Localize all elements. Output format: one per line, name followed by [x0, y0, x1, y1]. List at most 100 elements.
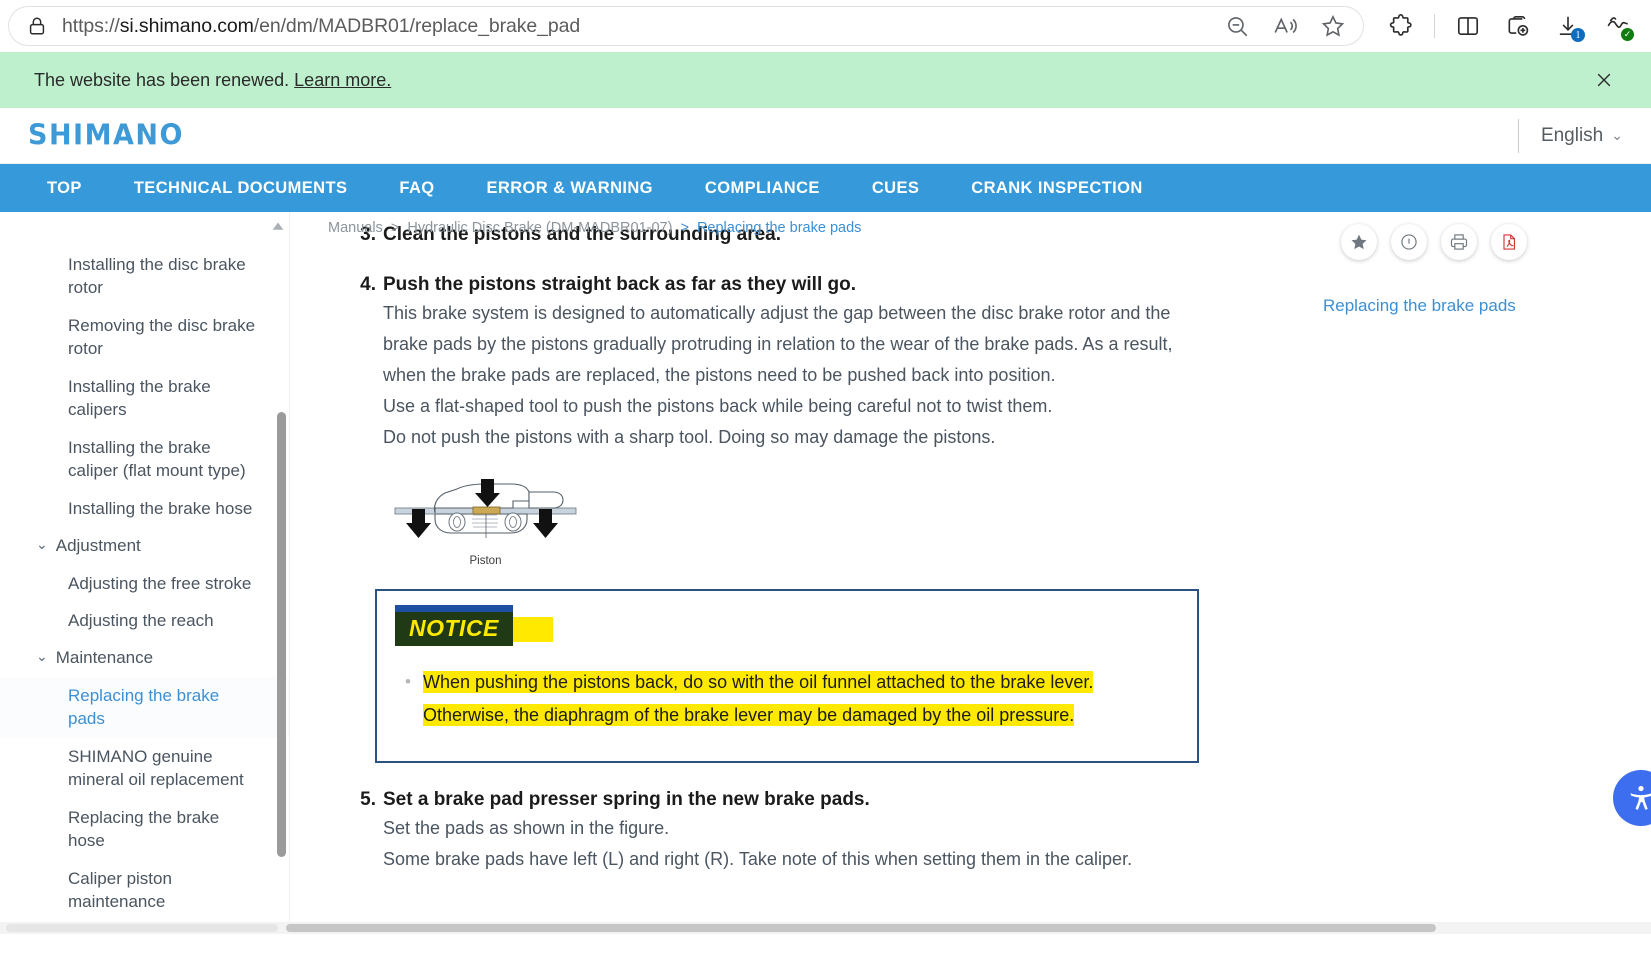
notice-badge-wrap: NOTICE [395, 604, 553, 646]
nav-item-compliance[interactable]: COMPLIANCE [705, 179, 820, 198]
step-5-number: 5. [360, 789, 376, 811]
site-notification-banner: The website has been renewed. Learn more… [0, 52, 1651, 108]
split-screen-icon[interactable] [1443, 5, 1493, 47]
breadcrumb-separator: > [390, 220, 400, 236]
sidebar-item-label: Installing the brake calipers [68, 376, 211, 420]
nav-item-top[interactable]: TOP [47, 179, 82, 198]
chevron-down-icon: ⌄ [1611, 127, 1623, 143]
notice-callout-box: NOTICE • When pushing the pistons back, … [375, 588, 1199, 764]
sidebar-item-label: Maintenance [55, 648, 154, 668]
step-5-paragraph-1: Set the pads as shown in the figure. [383, 818, 670, 839]
sidebar-item-replacing-the-brake-hose[interactable]: Replacing the brake hose [0, 799, 289, 860]
downloads-icon[interactable]: 1 [1543, 5, 1593, 47]
browser-action-icons: 1 ✓ [1364, 5, 1643, 47]
read-aloud-icon[interactable] [1272, 13, 1298, 39]
document-tools-rail: Replacing the brake pads [1321, 212, 1651, 934]
chevron-down-icon: ⌄ [36, 536, 48, 553]
sidebar-item-label: Adjustment [55, 536, 141, 556]
document-content: Manuals > Hydraulic Disc Brake (DM-MADBR… [290, 212, 1321, 934]
sidebar-item-maintenance[interactable]: ⌄ Maintenance [0, 639, 289, 676]
shimano-logo[interactable]: SHIMANO [28, 119, 184, 152]
step-4-paragraph-1: This brake system is designed to automat… [383, 303, 1173, 385]
breadcrumb-current[interactable]: Replacing the brake pads [697, 220, 861, 236]
downloads-badge: 1 [1571, 28, 1585, 42]
manual-body: 3. Clean the pistons and the surrounding… [353, 212, 1213, 875]
toolbar-divider [1434, 14, 1435, 38]
brake-caliper-piston-illustration [394, 478, 577, 538]
banner-message: The website has been renewed. [34, 69, 290, 90]
sidebar-item-caliper-piston-maintenance[interactable]: Caliper piston maintenance [0, 860, 289, 921]
notice-bullet-list: • When pushing the pistons back, do so w… [395, 666, 1179, 732]
sidebar-item-installing-the-brake-hose[interactable]: Installing the brake hose [0, 490, 289, 527]
zoom-out-icon[interactable] [1224, 13, 1250, 39]
sidebar-item-installing-the-disc-brake-rotor[interactable]: Installing the disc brake rotor [0, 246, 289, 307]
step-5-paragraph-2: Some brake pads have left (L) and right … [383, 849, 1133, 870]
nav-item-cues[interactable]: CUES [872, 179, 919, 198]
lock-icon [26, 15, 48, 37]
favorite-star-icon[interactable] [1320, 13, 1346, 39]
rail-icon-group [1321, 224, 1651, 260]
toc-current-link[interactable]: Replacing the brake pads [1321, 296, 1651, 316]
notice-bullet-text: When pushing the pistons back, do so wit… [422, 670, 1094, 726]
browser-toolbar: https://si.shimano.com/en/dm/MADBR01/rep… [0, 0, 1651, 52]
sidebar-horizontal-scroll-thumb[interactable] [6, 924, 278, 932]
breadcrumb-manuals[interactable]: Manuals [328, 220, 383, 236]
close-icon[interactable] [1587, 63, 1621, 97]
sidebar-item-label: Removing the disc brake rotor [68, 315, 256, 359]
browser-essentials-icon[interactable]: ✓ [1593, 5, 1643, 47]
sidebar-item-adjustment[interactable]: ⌄ Adjustment [0, 527, 289, 564]
step-4-paragraph-2: Use a flat-shaped tool to push the pisto… [383, 395, 1053, 416]
figure-caption-piston: Piston [469, 554, 502, 567]
favorite-star-icon[interactable] [1341, 224, 1377, 260]
printer-icon[interactable] [1441, 224, 1477, 260]
step-5-title: Set a brake pad presser spring in the ne… [383, 789, 870, 811]
breadcrumb: Manuals > Hydraulic Disc Brake (DM-MADBR… [328, 220, 861, 236]
notice-badge: NOTICE [395, 604, 513, 646]
sidebar-item-installing-the-brake-caliper-flat-mount-type[interactable]: Installing the brake caliper (flat mount… [0, 429, 289, 490]
sidebar-item-label: Caliper piston maintenance [68, 868, 172, 912]
nav-item-faq[interactable]: FAQ [399, 179, 434, 198]
sidebar-item-adjusting-the-reach[interactable]: Adjusting the reach [0, 602, 289, 639]
language-label: English [1540, 124, 1604, 146]
sidebar-item-label: Adjusting the reach [68, 610, 214, 630]
breadcrumb-manual-title[interactable]: Hydraulic Disc Brake (DM-MADBR01-07) [407, 220, 672, 236]
bullet-icon: • [405, 671, 411, 691]
language-selector[interactable]: English ⌄ [1517, 118, 1623, 153]
primary-navigation: TOP TECHNICAL DOCUMENTS FAQ ERROR & WARN… [0, 164, 1651, 212]
chevron-down-icon: ⌄ [36, 648, 48, 665]
breadcrumb-separator-2: > [680, 220, 689, 236]
info-circle-icon[interactable] [1391, 224, 1427, 260]
url-text: https://si.shimano.com/en/dm/MADBR01/rep… [62, 14, 581, 37]
horizontal-scrollbar[interactable] [0, 922, 1651, 934]
extensions-icon[interactable] [1376, 5, 1426, 47]
sidebar-item-label: Replacing the brake hose [68, 807, 220, 851]
sidebar-item-label: Installing the brake hose [68, 498, 253, 518]
scroll-up-arrow-icon[interactable] [267, 218, 289, 238]
page-body: Installing the disc brake rotor Removing … [0, 212, 1651, 934]
sidebar-item-label: SHIMANO genuine mineral oil replacement [68, 746, 244, 790]
sidebar-item-replacing-the-brake-pads[interactable]: Replacing the brake pads [0, 676, 289, 738]
piston-diagram-figure: Piston [393, 467, 1213, 567]
content-horizontal-scroll-thumb[interactable] [286, 924, 1436, 932]
banner-learn-more-link[interactable]: Learn more. [294, 70, 391, 91]
sidebar-item-label: Installing the disc brake rotor [68, 255, 246, 298]
nav-item-crank-inspection[interactable]: CRANK INSPECTION [971, 179, 1142, 198]
nav-item-technical-documents[interactable]: TECHNICAL DOCUMENTS [134, 179, 348, 198]
step-4-title: Push the pistons straight back as far as… [383, 274, 857, 295]
sidebar-item-label: Adjusting the free stroke [68, 573, 252, 593]
step-4-heading: 4. Push the pistons straight back as far… [353, 274, 1213, 296]
sidebar-item-adjusting-the-free-stroke[interactable]: Adjusting the free stroke [0, 565, 289, 602]
step-4-number: 4. [360, 274, 376, 295]
sidebar-item-label: Installing the brake caliper (flat mount… [68, 437, 246, 481]
address-bar[interactable]: https://si.shimano.com/en/dm/MADBR01/rep… [8, 6, 1364, 46]
site-header: SHIMANO English ⌄ [0, 108, 1651, 164]
sidebar-item-installing-the-brake-calipers[interactable]: Installing the brake calipers [0, 368, 289, 429]
sidebar-scrollbar[interactable] [277, 412, 286, 857]
sidebar-item-shimano-genuine-mineral-oil-replacement[interactable]: SHIMANO genuine mineral oil replacement [0, 738, 289, 799]
sidebar-item-removing-the-disc-brake-rotor[interactable]: Removing the disc brake rotor [0, 307, 289, 368]
accessibility-icon[interactable] [1613, 770, 1651, 826]
nav-item-error-warning[interactable]: ERROR & WARNING [487, 179, 653, 198]
pdf-icon[interactable] [1491, 224, 1527, 260]
add-tab-group-icon[interactable] [1493, 5, 1543, 47]
step-4-paragraph-3: Do not push the pistons with a sharp too… [383, 426, 996, 447]
